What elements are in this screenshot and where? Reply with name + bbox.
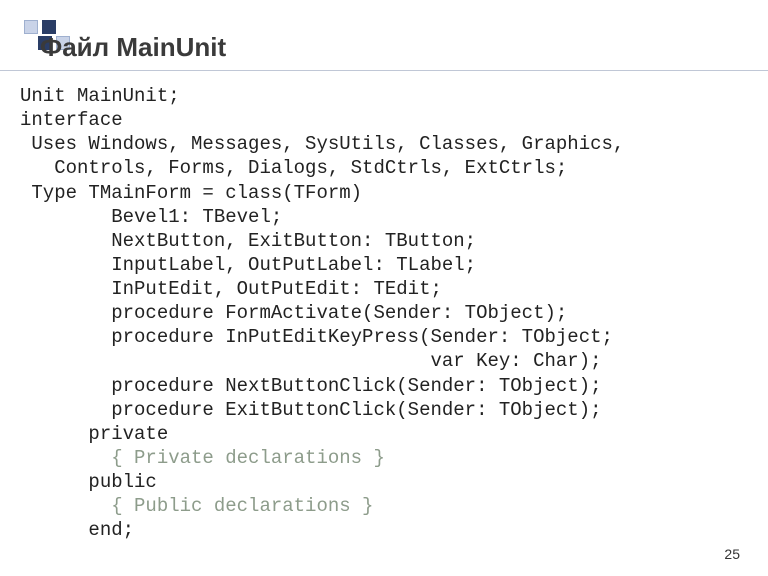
code-line: end;	[20, 519, 134, 541]
code-line: InPutEdit, OutPutEdit: TEdit;	[20, 278, 442, 300]
code-line: InputLabel, OutPutLabel: TLabel;	[20, 254, 476, 276]
code-line: Type TMainForm = class(TForm)	[20, 182, 362, 204]
decor-square	[24, 20, 38, 34]
code-line: Unit MainUnit;	[20, 85, 180, 107]
code-line: procedure ExitButtonClick(Sender: TObjec…	[20, 399, 602, 421]
code-comment: { Public declarations }	[111, 495, 373, 517]
title-underline	[0, 70, 768, 71]
code-line: procedure InPutEditKeyPress(Sender: TObj…	[20, 326, 613, 348]
page-title: Файл MainUnit	[40, 32, 226, 63]
code-line: Controls, Forms, Dialogs, StdCtrls, ExtC…	[20, 157, 567, 179]
code-line: var Key: Char);	[20, 350, 602, 372]
page-number: 25	[724, 546, 740, 562]
code-line: NextButton, ExitButton: TButton;	[20, 230, 476, 252]
code-comment: { Private declarations }	[111, 447, 385, 469]
code-line: private	[20, 423, 168, 445]
code-line: Uses Windows, Messages, SysUtils, Classe…	[20, 133, 624, 155]
code-line	[20, 447, 111, 469]
code-line: procedure NextButtonClick(Sender: TObjec…	[20, 375, 602, 397]
code-block: Unit MainUnit; interface Uses Windows, M…	[20, 84, 624, 542]
code-line: public	[20, 471, 157, 493]
code-line: procedure FormActivate(Sender: TObject);	[20, 302, 567, 324]
code-line	[20, 495, 111, 517]
code-line: interface	[20, 109, 123, 131]
code-line: Bevel1: TBevel;	[20, 206, 282, 228]
